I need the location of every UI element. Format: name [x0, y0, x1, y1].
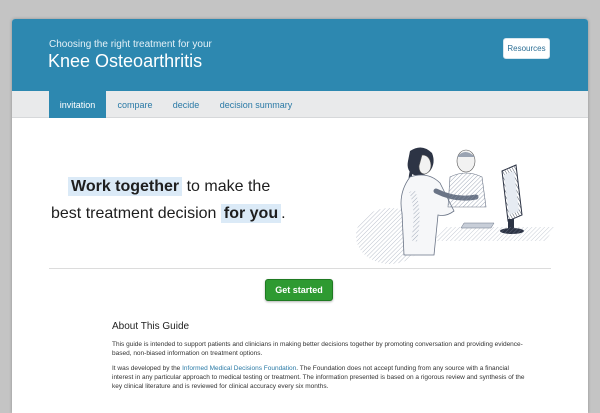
- header-banner: Choosing the right treatment for your Kn…: [12, 19, 588, 91]
- doctor-patient-illustration: [356, 147, 554, 264]
- hero-period: .: [281, 205, 286, 222]
- tab-invitation[interactable]: invitation: [49, 91, 106, 118]
- hero-highlight-2: for you: [220, 204, 282, 223]
- tab-decision-summary[interactable]: decision summary: [216, 91, 296, 118]
- hero-line-2: best treatment decision for you.: [51, 204, 286, 223]
- section-divider: [49, 268, 551, 269]
- hero-text-2: best treatment decision: [51, 205, 217, 222]
- tab-compare[interactable]: compare: [112, 91, 158, 118]
- page-title: Knee Osteoarthritis: [48, 51, 203, 71]
- hero-line-1: Work together to make the: [68, 177, 271, 196]
- about-para2-prefix: It was developed by the: [112, 365, 181, 372]
- foundation-link[interactable]: Informed Medical Decisions Foundation: [182, 365, 296, 372]
- browser-frame: Choosing the right treatment for your Kn…: [0, 0, 600, 413]
- header-subtitle: Choosing the right treatment for your: [49, 39, 212, 50]
- about-title: About This Guide: [112, 321, 190, 332]
- tab-decide[interactable]: decide: [168, 91, 204, 118]
- hero-highlight-1: Work together: [68, 177, 183, 196]
- nav-tabs: invitation compare decide decision summa…: [12, 91, 588, 118]
- get-started-button[interactable]: Get started: [265, 279, 333, 301]
- app-window: Choosing the right treatment for your Kn…: [12, 19, 588, 413]
- resources-button[interactable]: Resources: [503, 38, 550, 59]
- about-paragraph-2: It was developed by the Informed Medical…: [112, 364, 532, 391]
- about-paragraph-1: This guide is intended to support patien…: [112, 341, 523, 357]
- hero-text-1: to make the: [186, 178, 271, 195]
